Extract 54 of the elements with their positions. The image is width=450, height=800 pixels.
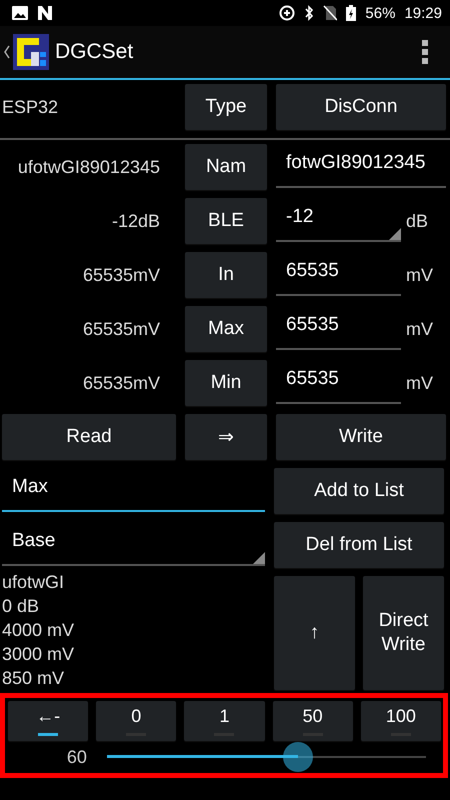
input-field[interactable]: Max: [2, 468, 265, 512]
device-name: ESP32: [2, 96, 60, 118]
toggle-button[interactable]: 0: [96, 701, 176, 741]
menu-button[interactable]: [422, 40, 428, 64]
unit-label: mV: [406, 372, 434, 394]
value-spinner[interactable]: -12: [276, 198, 401, 242]
reading: 65535mV: [82, 372, 161, 394]
button[interactable]: Direct Write: [363, 576, 444, 690]
toggle-button[interactable]: 1: [184, 701, 265, 741]
reading: ufotwGI89012345: [16, 156, 161, 178]
reading: -12dB: [110, 210, 161, 232]
battery-level: 56%: [365, 4, 396, 22]
button[interactable]: Min: [185, 360, 267, 406]
toggle-button[interactable]: 100: [360, 701, 441, 741]
overflow-menu-icon: [422, 40, 428, 64]
button[interactable]: Add to List: [274, 468, 444, 514]
app-title: DGCSet: [55, 40, 134, 64]
bluetooth-icon: [304, 5, 314, 21]
button[interactable]: Write: [276, 414, 446, 460]
toggle-button[interactable]: ←-: [8, 701, 88, 741]
toggle-button[interactable]: 50: [272, 701, 353, 741]
button[interactable]: BLE: [185, 198, 267, 244]
app-logo-icon: [13, 34, 49, 70]
slider-value: 60: [66, 746, 88, 768]
button[interactable]: ⇒: [185, 414, 267, 460]
reading: 65535mV: [82, 318, 161, 340]
info-text: 850 mV: [2, 667, 66, 690]
button[interactable]: Del from List: [274, 522, 444, 568]
reading: 65535mV: [82, 264, 161, 286]
unit-label: mV: [406, 318, 434, 340]
button[interactable]: Type: [185, 84, 267, 130]
battery-icon: [346, 5, 356, 21]
data-saver-icon: [279, 5, 296, 21]
input-field[interactable]: 65535: [276, 252, 401, 296]
no-sim-icon: [323, 5, 338, 21]
button[interactable]: Read: [2, 414, 176, 460]
clock: 19:29: [404, 4, 442, 22]
unit-label: dB: [406, 210, 430, 232]
n-logo-icon: [37, 6, 53, 20]
info-text: ufotwGI: [2, 571, 66, 594]
back-icon: [4, 45, 10, 59]
info-text: 0 dB: [2, 595, 40, 618]
info-text: 3000 mV: [2, 643, 76, 666]
button[interactable]: Max: [185, 306, 267, 352]
button[interactable]: Nam: [185, 144, 267, 190]
button[interactable]: DisConn: [276, 84, 446, 130]
input-field[interactable]: 65535: [276, 306, 401, 350]
image-icon: [12, 6, 28, 20]
unit-label: mV: [406, 264, 434, 286]
button[interactable]: In: [185, 252, 267, 298]
input-field[interactable]: 65535: [276, 360, 401, 404]
input-field[interactable]: fotwGI89012345: [276, 144, 446, 188]
button[interactable]: ↑: [274, 576, 355, 690]
info-text: 4000 mV: [2, 619, 76, 642]
